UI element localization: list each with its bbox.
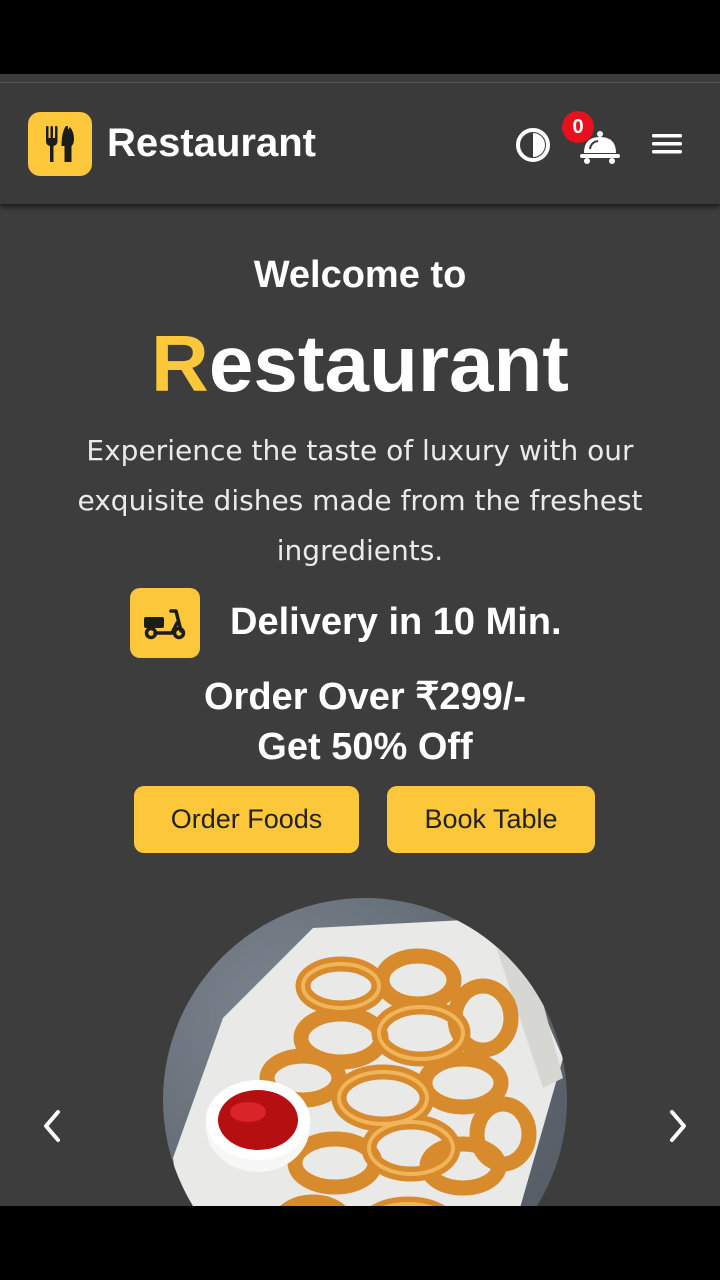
logo[interactable] [28, 112, 92, 176]
cart-count-badge: 0 [562, 111, 594, 143]
hero-description: Experience the taste of luxury with our … [77, 434, 643, 567]
offer-text: Order Over ₹299/- Get 50% Off [0, 672, 720, 772]
status-bar-area [0, 0, 720, 74]
navbar: Restaurant 0 [0, 82, 720, 204]
menu-button[interactable] [650, 129, 684, 159]
delivery-text: Delivery in 10 Min. [230, 601, 562, 643]
contrast-icon [516, 128, 550, 162]
carousel-prev-button[interactable] [36, 1104, 70, 1148]
scooter-icon [144, 609, 186, 640]
order-foods-button[interactable]: Order Foods [134, 786, 359, 853]
chevron-left-icon [44, 1110, 60, 1142]
onion-rings-image [173, 918, 563, 1206]
utensils-icon [46, 126, 74, 162]
welcome-heading: Welcome to [253, 254, 467, 296]
navigation-bar-area [0, 1206, 720, 1280]
app-screen: Restaurant 0 Welcome to Restaurant Exper… [0, 74, 720, 1206]
book-table-button[interactable]: Book Table [387, 786, 595, 853]
carousel-next-button[interactable] [660, 1104, 694, 1148]
theme-toggle-button[interactable] [515, 127, 551, 163]
offer-line-1: Order Over ₹299/- [204, 676, 526, 718]
hamburger-menu-icon [652, 134, 682, 154]
carousel-image [163, 898, 567, 1206]
offer-line-2: Get 50% Off [257, 726, 473, 768]
hero-title-initial: R [151, 319, 209, 408]
brand-name[interactable]: Restaurant [107, 121, 316, 166]
hero-title: Restaurant [0, 316, 720, 412]
chevron-right-icon [670, 1110, 686, 1142]
hero-title-rest: estaurant [208, 319, 569, 408]
delivery-badge [130, 588, 200, 658]
